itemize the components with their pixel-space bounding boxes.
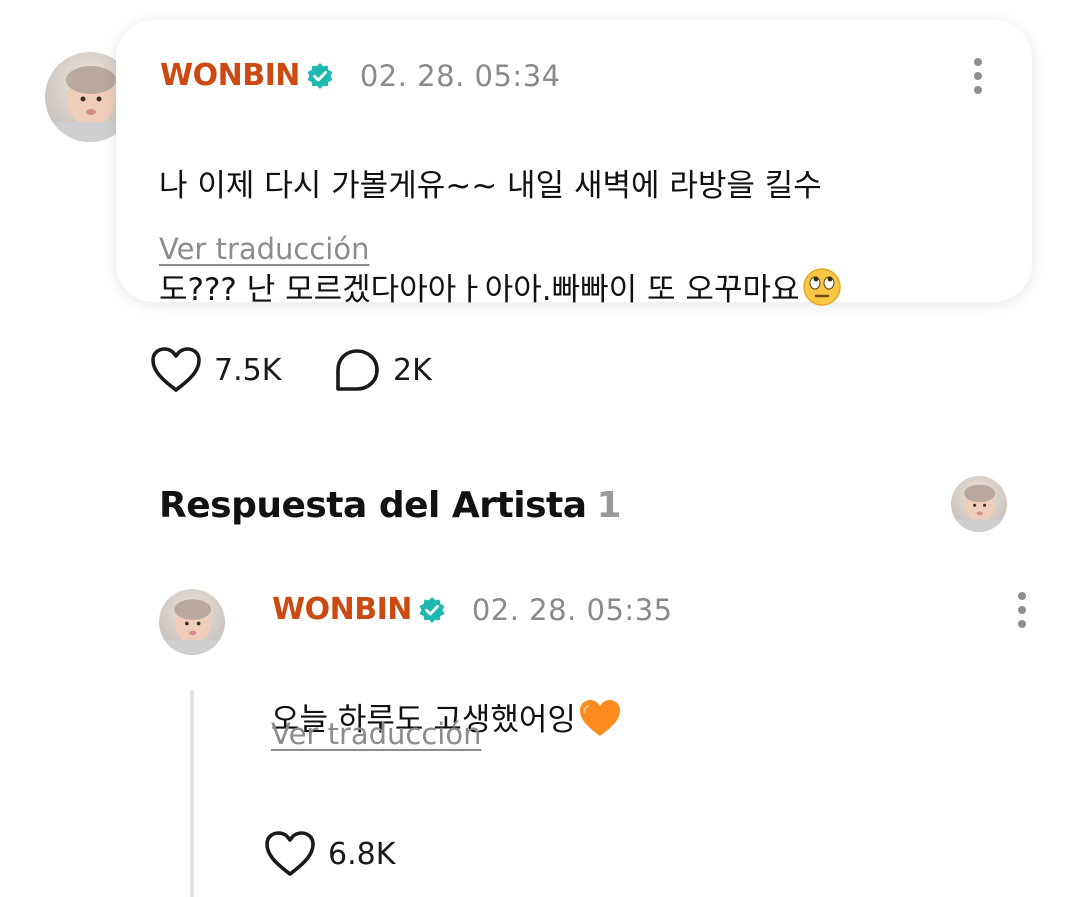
reply-author-name[interactable]: WONBIN bbox=[272, 592, 412, 627]
reply-translate-link[interactable]: Ver traducción bbox=[271, 717, 482, 751]
header-artist-avatar[interactable] bbox=[951, 476, 1007, 532]
verified-badge-icon bbox=[419, 596, 445, 623]
like-stat[interactable]: 7.5K bbox=[150, 346, 281, 394]
comment-bubble-icon bbox=[336, 349, 379, 391]
more-options-icon[interactable] bbox=[971, 58, 985, 98]
post-text-line2: 도??? 난 모르겠다아아ㅏ아아.빠빠이 또 오꾸마요 bbox=[159, 272, 800, 308]
verified-badge-icon bbox=[307, 62, 333, 89]
author-name[interactable]: WONBIN bbox=[160, 58, 300, 93]
heart-icon bbox=[265, 831, 315, 876]
comment-stat[interactable]: 2K bbox=[333, 346, 432, 394]
avatar-photo-icon bbox=[955, 484, 1003, 532]
reply-thread-line bbox=[190, 690, 194, 897]
post-timestamp: 02. 28. 05:34 bbox=[359, 58, 561, 93]
reply-author-avatar[interactable] bbox=[159, 589, 225, 655]
artist-replies-title: Respuesta del Artista 1 bbox=[159, 485, 622, 526]
reply-header: WONBIN 02. 28. 05:35 bbox=[272, 592, 673, 627]
post-text-line1: 나 이제 다시 가볼게유~~ 내일 새벽에 라방을 킬수 bbox=[159, 168, 822, 204]
heart-icon bbox=[151, 347, 201, 392]
artist-replies-label: Respuesta del Artista bbox=[159, 485, 587, 526]
avatar-photo-icon bbox=[164, 599, 220, 655]
reply-more-options-icon[interactable] bbox=[1015, 592, 1029, 632]
orange-heart-emoji-icon bbox=[579, 700, 620, 736]
reply-like-stat[interactable]: 6.8K bbox=[264, 830, 395, 878]
like-count: 7.5K bbox=[214, 352, 282, 388]
post-body: 나 이제 다시 가볼게유~~ 내일 새벽에 라방을 킬수 도??? 난 모르겠다… bbox=[159, 108, 842, 316]
reply-like-count: 6.8K bbox=[328, 836, 396, 872]
artist-replies-count: 1 bbox=[596, 485, 622, 526]
post-card: WONBIN 02. 28. 05:34 나 이제 다시 가볼게유~~ 내일 새… bbox=[116, 20, 1032, 308]
reply-timestamp: 02. 28. 05:35 bbox=[471, 592, 673, 627]
translate-link[interactable]: Ver traducción bbox=[159, 232, 370, 266]
rolling-eyes-emoji-icon bbox=[802, 268, 841, 306]
post-header: WONBIN 02. 28. 05:34 bbox=[160, 58, 561, 93]
artist-post-page: WONBIN 02. 28. 05:34 나 이제 다시 가볼게유~~ 내일 새… bbox=[0, 0, 1079, 897]
comment-count: 2K bbox=[393, 352, 432, 388]
